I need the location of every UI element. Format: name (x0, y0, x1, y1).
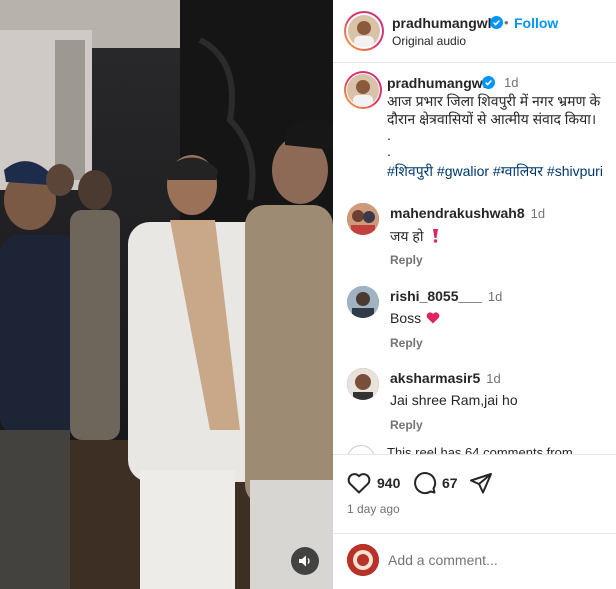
comments-count[interactable]: 67 (442, 475, 458, 491)
add-comment-input[interactable] (388, 550, 608, 570)
video-frame (0, 0, 333, 589)
share-button[interactable] (469, 471, 493, 495)
comment-item: aksharmasir5 1d Jai shree Ram,jai ho Repl… (347, 368, 612, 438)
author-avatar-ring[interactable] (344, 11, 384, 51)
verified-badge-icon (490, 16, 503, 34)
likes-count[interactable]: 940 (377, 475, 400, 491)
divider (333, 533, 616, 534)
comment-avatar[interactable] (347, 203, 379, 235)
like-button[interactable] (347, 471, 371, 495)
more-comments-text: This reel has 64 comments from (387, 445, 573, 454)
reply-button[interactable]: Reply (390, 418, 423, 432)
post-panel: pradhumangwl • Follow Original audio pra… (333, 0, 616, 589)
follow-button[interactable]: Follow (514, 15, 558, 31)
caption-avatar-ring[interactable] (344, 71, 382, 109)
heart-emoji-icon (426, 312, 440, 324)
reel-video[interactable] (0, 0, 333, 589)
caption-hashtags[interactable]: #शिवपुरी #gwalior #ग्वालियर #shivpuri (387, 162, 603, 181)
exclamation-emoji-icon (433, 229, 439, 243)
reply-button[interactable]: Reply (390, 336, 423, 350)
reply-button[interactable]: Reply (390, 253, 423, 267)
comment-button[interactable] (413, 471, 437, 495)
more-comments-notice: This reel has 64 comments from (347, 444, 612, 454)
action-bar: 940 67 1 day ago (333, 454, 616, 589)
comment-username[interactable]: aksharmasir5 1d (390, 370, 501, 386)
heart-icon (347, 473, 371, 494)
comment-avatar[interactable] (347, 286, 379, 318)
caption-dot-2: . (387, 143, 391, 159)
comment-text: जय हो (390, 227, 441, 246)
speaker-icon (299, 555, 310, 567)
comment-item: rishi_8055___ 1d Boss Reply (347, 286, 612, 356)
caption-line-1: आज प्रभार जिला शिवपुरी में नगर भ्रमण के (387, 93, 601, 109)
comment-text: Boss (390, 310, 440, 326)
post-header: pradhumangwl • Follow Original audio (333, 0, 616, 63)
comment-item: mahendrakushwah8 1d जय हो Reply (347, 203, 612, 273)
caption-username[interactable]: pradhumangwl (387, 75, 487, 91)
comment-text: Jai shree Ram,jai ho (390, 392, 518, 408)
caption-avatar (347, 74, 379, 106)
author-avatar (348, 15, 380, 47)
comment-username[interactable]: mahendrakushwah8 1d (390, 205, 545, 221)
author-username[interactable]: pradhumangwl (392, 15, 492, 31)
caption-line-2: दौरान क्षेत्रवासियों से आत्मीय संवाद किय… (387, 111, 597, 127)
audio-label[interactable]: Original audio (392, 34, 466, 48)
comment-bubble-icon (414, 472, 437, 495)
mute-button[interactable] (291, 547, 319, 575)
comment-avatar[interactable] (347, 368, 379, 400)
caption-time[interactable]: 1d (504, 75, 518, 90)
current-user-avatar (347, 544, 379, 576)
follow-separator: • (504, 15, 509, 30)
paper-plane-icon (470, 473, 492, 494)
comment-username[interactable]: rishi_8055___ 1d (390, 288, 502, 304)
post-age[interactable]: 1 day ago (347, 502, 400, 516)
